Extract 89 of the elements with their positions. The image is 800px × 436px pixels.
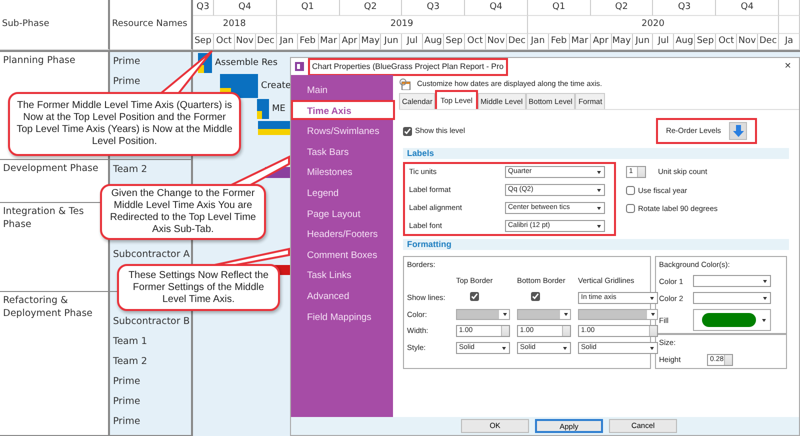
month-header: Mar <box>318 34 340 50</box>
sidebar-item[interactable]: Headers/Footers <box>291 223 393 244</box>
color-dropdown[interactable] <box>517 308 571 320</box>
month-header: Jan <box>276 34 298 50</box>
checkbox[interactable] <box>531 292 540 300</box>
month-header: Aug <box>674 34 696 50</box>
month-header: Jun <box>632 34 654 50</box>
sidebar-item[interactable]: Advanced <box>291 284 393 306</box>
resource-cell-text: Team 2 <box>113 163 148 177</box>
sidebar-item[interactable]: Task Links <box>291 264 393 285</box>
task-label: ME <box>272 103 286 116</box>
quarter-header: Q4 <box>716 0 780 16</box>
resource-cell-text: Subcontractor A <box>113 248 190 262</box>
month-header: Sep <box>695 34 716 50</box>
resource-cell-text: Prime <box>113 375 140 389</box>
app-icon <box>295 62 304 71</box>
sidebar-item[interactable]: Milestones <box>291 161 393 182</box>
color-dropdown[interactable] <box>578 308 658 320</box>
checkbox[interactable] <box>626 186 635 196</box>
month-header: Mar <box>570 34 591 50</box>
column-header: Sub-Phase <box>0 0 110 50</box>
resource-cell-text: Team 1 <box>113 335 148 349</box>
month-header: Jun <box>381 34 402 50</box>
resource-cell-text: Prime <box>113 415 140 429</box>
task-bar <box>258 121 290 135</box>
month-header: Nov <box>486 34 507 50</box>
resource-cell-text: Subcontractor B <box>113 315 190 329</box>
quarter-header: Q3 <box>402 0 466 16</box>
quarter-header: Q3 <box>193 0 214 16</box>
month-header: Dec <box>758 34 780 50</box>
month-header: Jul <box>402 34 424 50</box>
section-header: Formatting <box>403 239 789 250</box>
month-header: Aug <box>423 34 444 50</box>
resource-cell-text: Prime <box>113 55 140 69</box>
task-label: Assemble Res <box>215 57 278 70</box>
month-header: Sep <box>444 34 466 50</box>
year-header: 2018 <box>193 16 277 34</box>
month-header: Nov <box>737 34 758 50</box>
month-header: Oct <box>716 34 738 50</box>
close-button[interactable]: × <box>780 58 795 75</box>
month-header: Dec <box>256 34 277 50</box>
month-header: Jan <box>528 34 549 50</box>
task-label: Create <box>261 80 291 93</box>
quarter-header: Q2 <box>590 0 654 16</box>
checkbox[interactable] <box>626 204 635 214</box>
month-header: Apr <box>340 34 360 50</box>
quarter-header: Q4 <box>214 0 277 16</box>
dropdown[interactable] <box>693 292 771 304</box>
sidebar-item[interactable]: Time Axis <box>291 100 395 120</box>
quarter-header: Q2 <box>340 0 402 16</box>
checkbox[interactable] <box>403 126 412 136</box>
year-header: 2020 <box>528 16 780 34</box>
quarter-header: Q1 <box>528 0 591 16</box>
month-header: May <box>360 34 382 50</box>
month-header: Feb <box>298 34 319 50</box>
header-cell <box>779 16 800 34</box>
month-header: Dec <box>506 34 528 50</box>
resource-cell-text: Team 2 <box>113 355 148 369</box>
sidebar-item[interactable]: Rows/Swimlanes <box>291 120 393 141</box>
dropdown[interactable] <box>693 275 771 288</box>
sidebar-item[interactable]: Page Layout <box>291 202 393 224</box>
quarter-header: Q1 <box>276 0 340 16</box>
quarter-header: Q4 <box>465 0 528 16</box>
section-header: Labels <box>403 148 789 159</box>
month-header: Jul <box>653 34 674 50</box>
move-down-button[interactable] <box>729 122 747 140</box>
sidebar-item[interactable]: Main <box>291 79 393 100</box>
calendar-icon <box>399 78 411 90</box>
header-cell <box>779 0 800 16</box>
checkbox[interactable] <box>470 292 479 300</box>
month-header: Oct <box>214 34 235 50</box>
sidebar-item[interactable]: Field Mappings <box>291 306 393 326</box>
resource-cell-text: Prime <box>113 75 140 89</box>
quarter-header: Q3 <box>653 0 716 16</box>
month-header: Apr <box>590 34 612 50</box>
month-header: Sep <box>193 34 214 50</box>
sidebar-item[interactable]: Legend <box>291 182 393 203</box>
month-header: Oct <box>465 34 486 50</box>
month-header: Nov <box>234 34 256 50</box>
month-header: Ja <box>779 34 800 50</box>
column-header: Resource Names <box>110 0 193 50</box>
sidebar-item[interactable]: Comment Boxes <box>291 244 393 264</box>
sidebar-item[interactable]: Task Bars <box>291 140 393 162</box>
color-dropdown[interactable] <box>456 308 510 320</box>
fill-dropdown[interactable] <box>693 309 771 332</box>
resource-cell-text: Prime <box>113 395 140 409</box>
month-header: May <box>612 34 633 50</box>
month-header: Feb <box>548 34 570 50</box>
year-header: 2019 <box>276 16 528 34</box>
